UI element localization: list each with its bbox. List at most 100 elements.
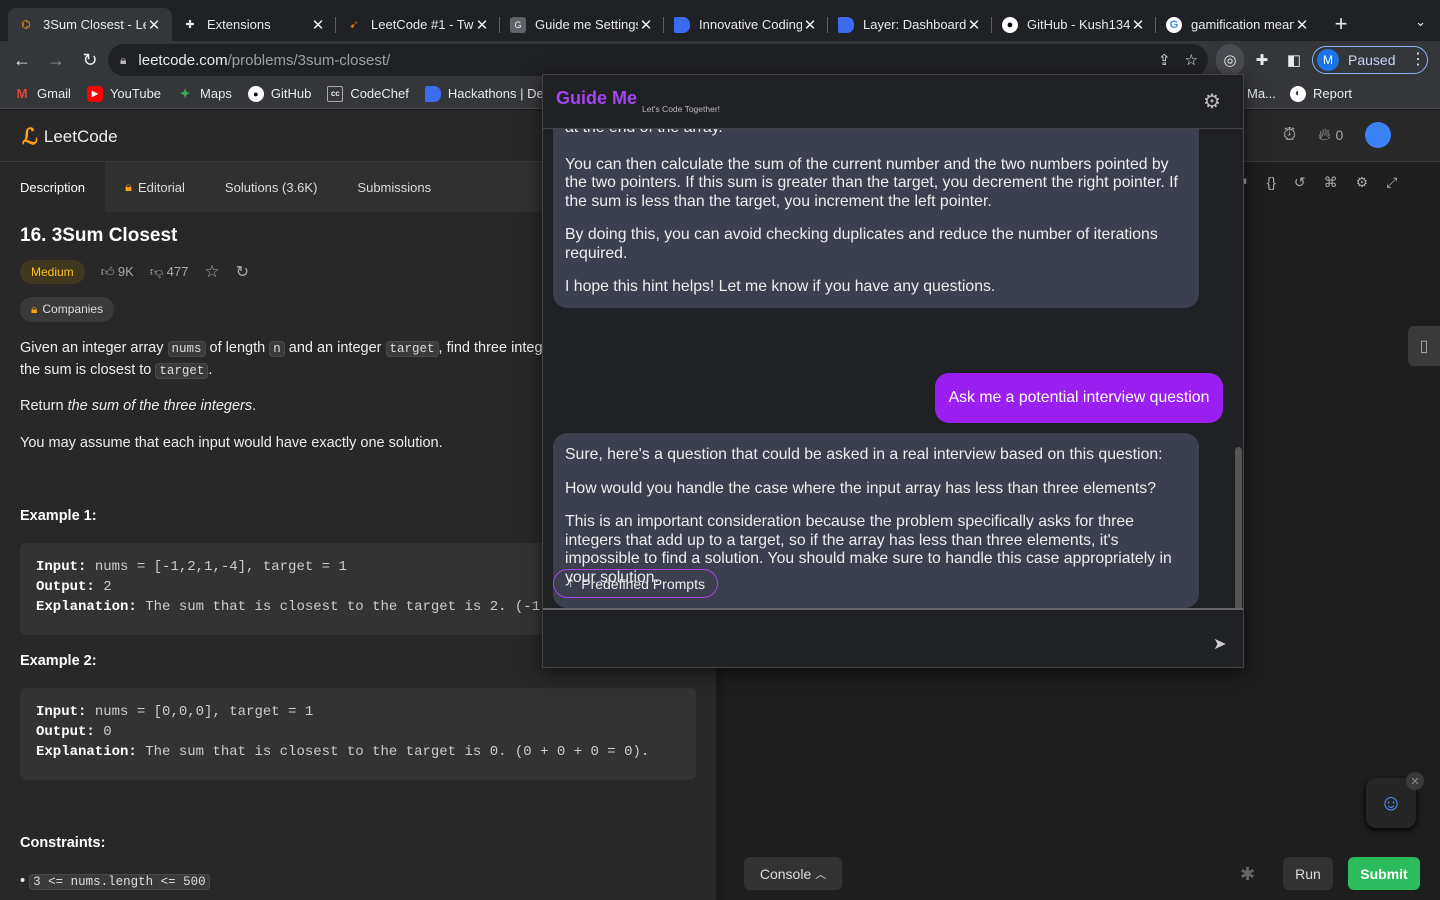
code-label: Output: [36, 579, 95, 595]
close-icon[interactable]: ✕ [638, 16, 654, 34]
bookmark-gmail[interactable]: M Gmail [14, 86, 71, 102]
star-icon[interactable]: ☆ [204, 262, 219, 282]
send-icon[interactable]: ➤ [1213, 634, 1226, 654]
leetcode-logo[interactable]: ℒ LeetCode [22, 124, 118, 150]
chat-input-area[interactable]: ➤ [543, 608, 1243, 667]
bookmark-codechef[interactable]: cc CodeChef [327, 85, 409, 102]
bookmark-github[interactable]: ● GitHub [247, 85, 312, 102]
tab-title: gamification meaning [1191, 17, 1294, 32]
browser-tab[interactable]: G Guide me Settings ✕ [500, 8, 664, 41]
dislike-button[interactable]: 👎︎ 477 [150, 264, 189, 280]
browser-tab[interactable]: ⌬ 3Sum Closest - LeetCode✕ [8, 8, 172, 41]
file-icon[interactable]: ▯ [1408, 326, 1440, 366]
bookmark-label: GitHub [270, 86, 312, 101]
bookmark-maps[interactable]: ✦ Maps [177, 86, 232, 102]
bug-icon[interactable]: ✱ [1240, 864, 1255, 885]
like-button[interactable]: 👍︎ 9K [101, 264, 134, 280]
close-icon[interactable]: ✕ [802, 16, 818, 34]
inline-code: target [385, 341, 439, 357]
bookmark-ma[interactable]: Ma... [1247, 86, 1276, 101]
google-favicon-icon: G [1166, 16, 1182, 33]
streak-count: 0 [1335, 127, 1344, 143]
companies-button[interactable]: 🔒︎ Companies [20, 297, 115, 322]
chat-launcher-button[interactable]: ☺ ✕ [1366, 772, 1424, 828]
browser-tab[interactable]: ✚ Extensions ✕ [172, 8, 336, 41]
more-menu-icon[interactable]: ⋮ [1410, 49, 1426, 69]
tab-label: Description [20, 179, 86, 195]
page-title: 16. 3Sum Closest [20, 225, 178, 246]
expand-icon[interactable]: ⤢ [1386, 174, 1397, 191]
star-icon[interactable]: ☆ [1185, 51, 1198, 69]
close-icon[interactable]: ✕ [1294, 16, 1310, 34]
example-2-title: Example 2: [20, 653, 97, 669]
github-favicon-icon: ● [1002, 16, 1018, 33]
editor-toolbar: ⚑ {} ↺ ⌘ ⚙ ⤢ [1236, 174, 1397, 191]
url-bar[interactable]: 🔒︎ leetcode.com/problems/3sum-closest/ ⇪… [108, 44, 1208, 76]
streak-counter[interactable]: 🔥︎ 0 [1318, 125, 1343, 145]
avatar[interactable] [1365, 122, 1392, 148]
desc-text: . [252, 398, 257, 414]
bookmark-youtube[interactable]: ▶ YouTube [86, 85, 162, 102]
predefined-prompts-button[interactable]: ⇡ Predefined Prompts [553, 569, 718, 598]
new-tab-button[interactable]: + [1326, 9, 1356, 39]
alarm-clock-icon[interactable]: ⏰︎ [1283, 125, 1296, 145]
problem-description: Given an integer array nums of length n … [20, 338, 560, 382]
devpost-icon [424, 85, 441, 102]
tab-solutions[interactable]: Solutions (3.6K) [205, 162, 338, 212]
console-label: Console [759, 865, 812, 882]
braces-icon[interactable]: {} [1267, 174, 1276, 191]
share-icon[interactable]: ⇪ [1158, 51, 1171, 69]
thumbs-up-icon: 👍︎ [100, 264, 115, 279]
tab-editorial[interactable]: 🔒︎ Editorial [105, 162, 205, 212]
chat-scrollbar[interactable] [1235, 447, 1242, 609]
browser-tab[interactable]: ➹ LeetCode #1 - Two Sum✕ [336, 8, 500, 41]
bot-message-paragraph: I hope this hint helps! Let me know if y… [565, 278, 996, 295]
close-icon[interactable]: ✕ [310, 16, 326, 34]
share-refresh-icon[interactable]: ↻ [236, 262, 249, 282]
desc-text: the sum is closest to [20, 362, 152, 378]
side-panel-icon[interactable]: ◧ [1280, 44, 1308, 76]
chevron-down-icon[interactable]: ⌄ [1415, 14, 1426, 30]
console-button[interactable]: Console ︿ [744, 857, 842, 890]
github-icon: ● [247, 85, 264, 102]
command-icon[interactable]: ⌘ [1324, 174, 1338, 191]
guide-title: Guide Me [556, 88, 638, 108]
submit-button[interactable]: Submit [1348, 857, 1420, 890]
chat-messages[interactable]: at the end of the array. You can then ca… [543, 129, 1243, 609]
browser-tab[interactable]: Ggamification meaning✕ [1156, 8, 1320, 41]
close-icon[interactable]: ✕ [1406, 772, 1424, 790]
gear-icon[interactable]: ⚙ [1356, 174, 1369, 191]
tab-description[interactable]: Description [0, 162, 106, 212]
guide-subtitle: Let's Code Together! [642, 104, 721, 114]
gear-icon[interactable]: ⚙ [1203, 89, 1221, 114]
tab-title: Innovative Coding [699, 17, 802, 32]
bot-message-paragraph: How would you handle the case where the … [565, 479, 1156, 497]
user-message: Ask me a potential interview question [935, 373, 1223, 423]
desc-text: . [208, 362, 213, 378]
bookmark-label: Ma... [1247, 86, 1276, 101]
close-icon[interactable]: ✕ [966, 16, 982, 34]
reload-icon[interactable]: ↻ [74, 44, 106, 76]
puzzle-icon[interactable]: ✚ [1248, 44, 1276, 76]
bookmark-hackathons[interactable]: Hackathons | Dev [424, 85, 550, 102]
code-text: The sum that is closest to the target is… [145, 744, 650, 760]
run-button[interactable]: Run [1283, 857, 1333, 890]
close-icon[interactable]: ✕ [1130, 16, 1146, 34]
back-arrow-icon[interactable]: ← [6, 44, 38, 76]
browser-tab[interactable]: Layer: Dashboard ✕ [828, 8, 992, 41]
report-icon: ◐ [1290, 85, 1306, 102]
forward-arrow-icon[interactable]: → [40, 44, 72, 76]
tab-label: Submissions [357, 179, 432, 195]
tab-label: Editorial [137, 179, 185, 195]
code-text: 0 [103, 724, 112, 740]
close-icon[interactable]: ✕ [146, 16, 162, 34]
tab-title: LeetCode #1 - Two Sum [371, 17, 474, 32]
reset-icon[interactable]: ↺ [1294, 174, 1306, 191]
bookmark-label: YouTube [109, 86, 162, 101]
close-icon[interactable]: ✕ [474, 16, 490, 34]
guide-extension-icon[interactable]: ◎ [1216, 44, 1244, 76]
tab-submissions[interactable]: Submissions [337, 162, 451, 212]
browser-tab[interactable]: Innovative Coding ✕ [664, 8, 828, 41]
bookmark-report[interactable]: ◐ Report [1290, 85, 1352, 102]
browser-tab[interactable]: ● GitHub - Kush134 ✕ [992, 8, 1156, 41]
